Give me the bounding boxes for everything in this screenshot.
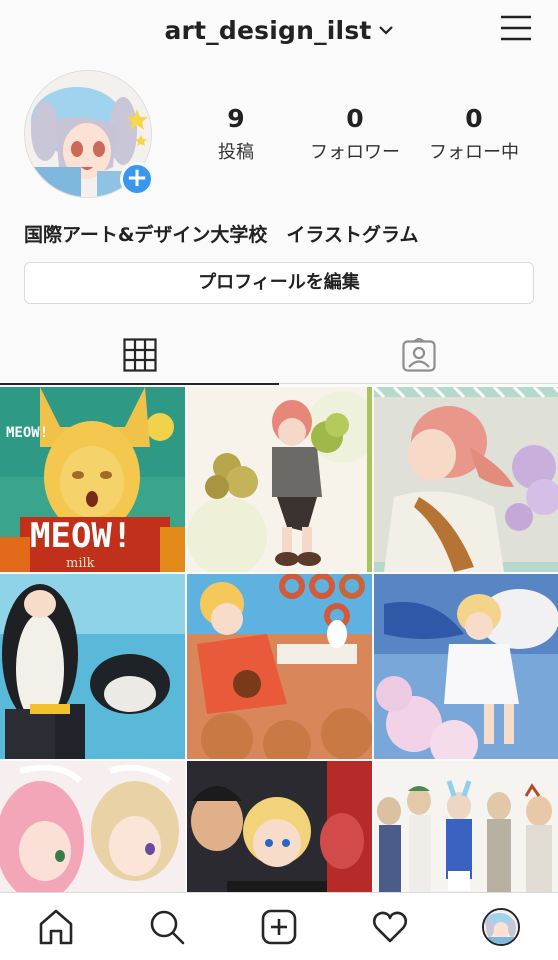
add-story-button[interactable]: +: [120, 162, 154, 196]
nav-home[interactable]: [36, 907, 76, 947]
edit-profile-button[interactable]: プロフィールを編集: [24, 262, 534, 304]
post-text-meow-big: MEOW!: [30, 516, 132, 556]
followers-label: フォロワー: [310, 142, 400, 163]
activity-heart-icon: [372, 911, 408, 943]
search-icon: [150, 910, 185, 945]
post-tile-braided-girl[interactable]: [374, 387, 558, 572]
followers-count: 0: [346, 104, 364, 133]
stat-followers[interactable]: 0 フォロワー: [295, 104, 415, 164]
grid-icon: [122, 337, 157, 372]
following-label: フォロー中: [429, 142, 519, 163]
post-tile-angel-girl[interactable]: [374, 574, 558, 759]
tab-tagged[interactable]: [279, 326, 558, 384]
post-tile-maid-girls[interactable]: [0, 761, 185, 892]
stat-posts[interactable]: 9 投稿: [176, 104, 296, 164]
posts-grid: MEOW! MEOW! milk: [0, 387, 558, 892]
post-text-meow-small: MEOW!: [6, 425, 48, 441]
home-icon: [39, 909, 73, 945]
posts-count: 9: [227, 104, 245, 133]
post-tile-boys-group[interactable]: [187, 761, 372, 892]
username[interactable]: art_design_ilst: [164, 16, 371, 45]
person-tag-icon: [401, 338, 436, 372]
nav-new-post[interactable]: [259, 907, 299, 947]
following-count: 0: [465, 104, 483, 133]
posts-label: 投稿: [218, 142, 254, 163]
nav-activity[interactable]: [370, 907, 410, 947]
post-text-milk: milk: [66, 556, 95, 571]
new-post-icon: [261, 909, 297, 945]
top-bar: art_design_ilst: [0, 0, 558, 60]
post-tile-meow-cat-girl[interactable]: MEOW! MEOW! milk: [0, 387, 185, 572]
username-switcher[interactable]: art_design_ilst: [0, 14, 558, 45]
post-tile-donut-girl[interactable]: [187, 574, 372, 759]
profile-avatar-small: [482, 908, 520, 946]
nav-search[interactable]: [147, 907, 187, 947]
profile-avatar-container[interactable]: +: [24, 70, 154, 200]
profile-full-name: 国際アート&デザイン大学校 イラストグラム: [24, 224, 419, 246]
nav-profile[interactable]: [481, 907, 521, 947]
profile-tabs: [0, 326, 558, 385]
menu-icon[interactable]: [500, 14, 532, 42]
post-tile-characters-lineup[interactable]: [374, 761, 558, 892]
stat-following[interactable]: 0 フォロー中: [414, 104, 534, 164]
tab-grid[interactable]: [0, 326, 279, 385]
profile-stats: 9 投稿 0 フォロワー 0 フォロー中: [190, 104, 540, 164]
post-tile-penguin-girl[interactable]: [0, 574, 185, 759]
bottom-nav: [0, 892, 558, 960]
chevron-down-icon[interactable]: [378, 24, 394, 36]
post-tile-clover-boy[interactable]: [187, 387, 372, 572]
